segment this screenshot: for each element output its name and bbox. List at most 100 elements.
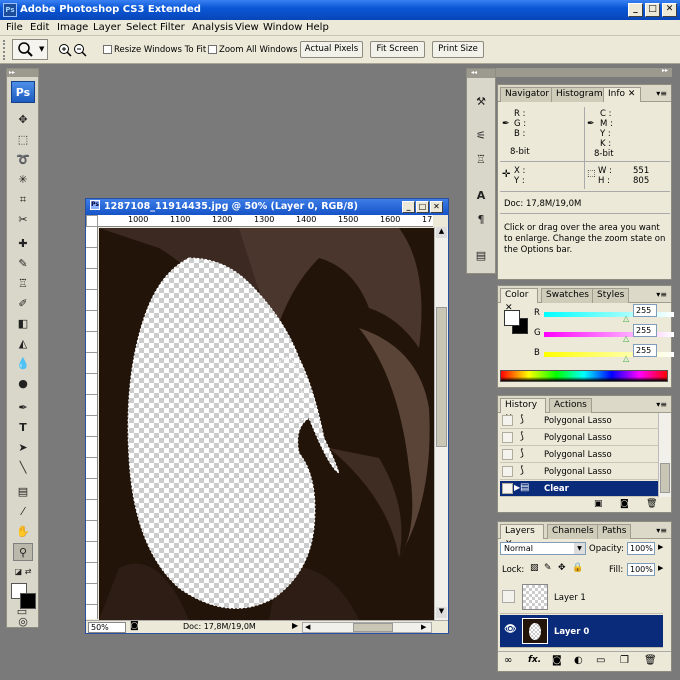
channel-r-value[interactable]: 255 (633, 304, 657, 317)
zoom-in-icon[interactable] (58, 43, 72, 57)
opacity-slider-icon[interactable]: ▶ (658, 543, 663, 551)
paint-bucket-tool-icon[interactable]: ◭ (13, 335, 33, 353)
panel-menu-icon[interactable]: ▾≡ (656, 290, 667, 299)
horizontal-scroll-thumb[interactable] (353, 623, 393, 632)
print-size-button[interactable]: Print Size (432, 41, 484, 58)
dodge-tool-icon[interactable]: ● (13, 375, 33, 393)
menu-window[interactable]: Window (263, 22, 302, 33)
new-snapshot-icon[interactable]: ◙ (620, 499, 629, 509)
doc-close-button[interactable]: ✕ (430, 201, 443, 213)
photoshop-logo[interactable]: Ps (11, 81, 35, 103)
eye-icon[interactable]: 👁 (504, 624, 517, 635)
link-icon[interactable]: ∞ (504, 655, 512, 666)
tab-info[interactable]: Info ✕ (603, 87, 641, 102)
vertical-ruler[interactable] (86, 227, 98, 619)
trash-icon[interactable]: 🗑 (646, 499, 657, 509)
layer-row-selected[interactable]: 👁 Layer 0 (500, 615, 663, 648)
blur-tool-icon[interactable]: 💧 (13, 355, 33, 373)
fx-icon[interactable]: fx. (528, 655, 541, 665)
zoom-level-field[interactable]: 50% (88, 622, 126, 633)
opacity-field[interactable]: 100% (627, 542, 655, 555)
character-icon[interactable]: A (471, 187, 491, 205)
zoom-tool-preset-picker[interactable]: ▼ (12, 39, 48, 60)
tab-channels[interactable]: Channels (547, 524, 599, 539)
history-scrollbar[interactable] (658, 413, 671, 497)
fill-slider-icon[interactable]: ▶ (658, 564, 663, 572)
layer-comps-icon[interactable]: ▤ (471, 247, 491, 265)
history-item[interactable]: ⟆ Polygonal Lasso (500, 447, 658, 463)
tab-paths[interactable]: Paths (597, 524, 632, 539)
lock-transparency-icon[interactable]: ▨ (530, 563, 539, 573)
clone-source-icon[interactable]: ♖ (471, 151, 491, 169)
history-item[interactable]: ⟆ Polygonal Lasso (500, 464, 658, 480)
dock-expand-icon[interactable]: ▸▸ (662, 67, 668, 74)
menu-help[interactable]: Help (306, 22, 329, 33)
tab-swatches[interactable]: Swatches (541, 288, 594, 303)
resize-windows-checkbox[interactable] (103, 45, 112, 54)
layer-visibility-toggle[interactable] (502, 590, 515, 603)
trash-icon[interactable]: 🗑 (644, 655, 657, 666)
crop-tool-icon[interactable]: ⌗ (13, 191, 33, 209)
healing-brush-tool-icon[interactable]: ✚ (13, 235, 33, 253)
mask-icon[interactable]: ◙ (552, 655, 562, 666)
fit-screen-button[interactable]: Fit Screen (370, 41, 425, 58)
brush-tool-icon[interactable]: ✎ (13, 255, 33, 273)
menu-filter[interactable]: Filter (160, 22, 185, 33)
menu-analysis[interactable]: Analysis (192, 22, 233, 33)
history-snapshot-box[interactable] (502, 432, 513, 443)
slider-thumb-icon[interactable]: △ (623, 354, 629, 363)
menu-file[interactable]: File (6, 22, 23, 33)
close-tab-icon[interactable]: ✕ (628, 89, 636, 99)
panel-menu-icon[interactable]: ▾≡ (656, 89, 667, 98)
scroll-up-icon[interactable]: ▲ (436, 227, 447, 238)
channel-g-value[interactable]: 255 (633, 324, 657, 337)
panel-menu-icon[interactable]: ▾≡ (656, 526, 667, 535)
history-snapshot-box[interactable] (502, 415, 513, 426)
document-title-bar[interactable]: Ps 1287108_11914435.jpg @ 50% (Layer 0, … (86, 199, 448, 215)
paragraph-icon[interactable]: ¶ (471, 211, 491, 229)
zoom-reset-icon[interactable]: ◙ (130, 621, 139, 631)
history-scroll-thumb[interactable] (660, 463, 670, 493)
zoom-tool-icon[interactable]: ⚲ (13, 543, 33, 561)
tab-histogram[interactable]: Histogram (551, 87, 608, 102)
maximize-button[interactable]: □ (645, 3, 660, 17)
tab-history[interactable]: History ✕ (500, 398, 546, 423)
lock-all-icon[interactable]: 🔒 (572, 563, 583, 573)
channel-b-value[interactable]: 255 (633, 344, 657, 357)
menu-edit[interactable]: Edit (30, 22, 49, 33)
menu-select[interactable]: Select (126, 22, 157, 33)
tools-preset-icon[interactable]: ⚒ (471, 93, 491, 111)
scroll-right-icon[interactable]: ▶ (421, 623, 426, 631)
lock-image-icon[interactable]: ✎ (544, 563, 552, 573)
close-button[interactable]: ✕ (662, 3, 677, 17)
hand-tool-icon[interactable]: ✋ (13, 523, 33, 541)
zoom-out-icon[interactable] (73, 43, 87, 57)
tab-actions[interactable]: Actions (549, 398, 592, 413)
menu-image[interactable]: Image (57, 22, 88, 33)
dock-collapse[interactable]: ◂◂ (467, 69, 495, 78)
vertical-scroll-thumb[interactable] (436, 307, 447, 447)
move-tool-icon[interactable]: ✥ (13, 111, 33, 129)
menu-view[interactable]: View (235, 22, 259, 33)
new-document-from-state-icon[interactable]: ▣ (594, 499, 603, 509)
scroll-down-icon[interactable]: ▼ (436, 607, 447, 618)
history-item[interactable]: ⟆ Polygonal Lasso (500, 430, 658, 446)
scroll-left-icon[interactable]: ◀ (305, 623, 310, 631)
history-item-selected[interactable]: ▶ ▤ Clear (500, 481, 658, 497)
brushes-icon[interactable]: ⚟ (471, 127, 491, 145)
options-grip[interactable] (3, 40, 7, 60)
eraser-tool-icon[interactable]: ◧ (13, 315, 33, 333)
folder-icon[interactable]: ▭ (596, 655, 605, 666)
path-selection-tool-icon[interactable]: ➤ (13, 439, 33, 457)
eyedropper-tool-icon[interactable]: ⁄ (13, 503, 33, 521)
ruler-origin[interactable] (86, 215, 98, 227)
history-snapshot-box[interactable] (502, 483, 513, 494)
actual-pixels-button[interactable]: Actual Pixels (300, 41, 363, 58)
canvas-image[interactable] (99, 228, 434, 620)
tab-navigator[interactable]: Navigator (500, 87, 555, 102)
slider-thumb-icon[interactable]: △ (623, 314, 629, 323)
line-tool-icon[interactable]: ╲ (13, 459, 33, 477)
fill-field[interactable]: 100% (627, 563, 655, 576)
menu-layer[interactable]: Layer (93, 22, 121, 33)
magic-wand-tool-icon[interactable]: ✳ (13, 171, 33, 189)
